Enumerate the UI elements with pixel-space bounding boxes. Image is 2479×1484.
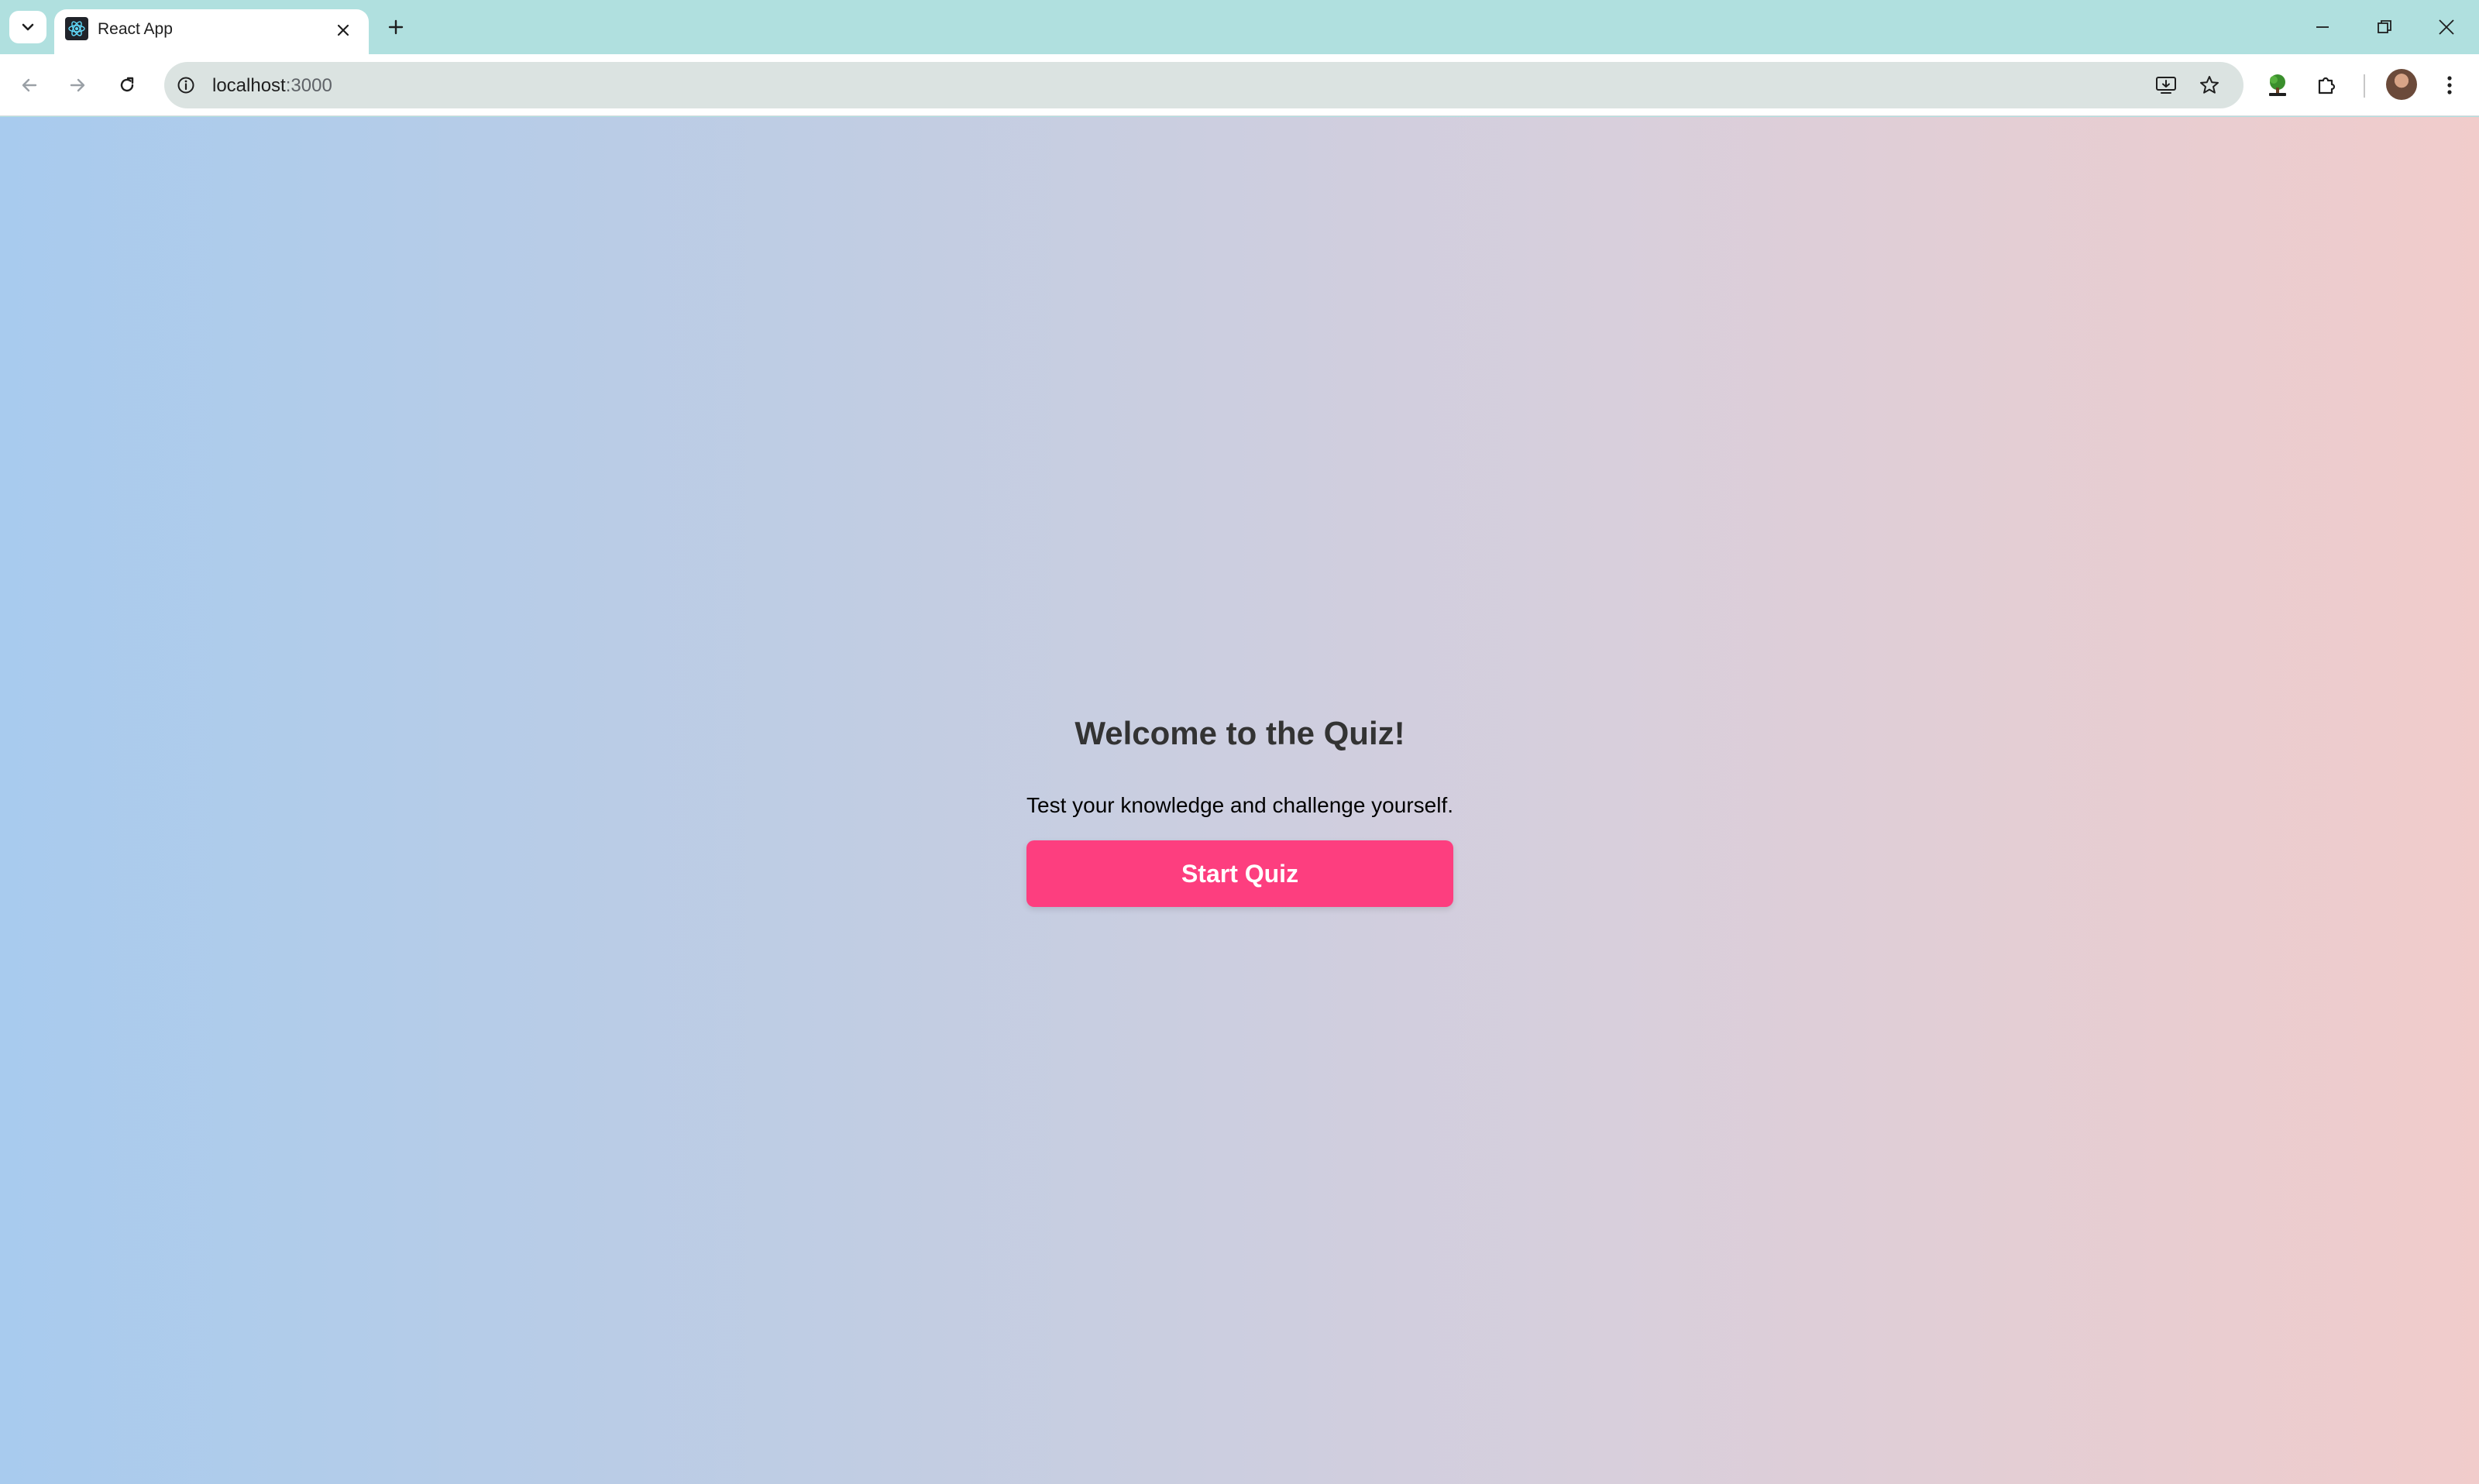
tab-title: React App bbox=[98, 20, 173, 38]
star-icon bbox=[2200, 76, 2219, 94]
browser-tab[interactable]: React App bbox=[54, 9, 369, 54]
puzzle-icon bbox=[2318, 77, 2336, 94]
close-icon bbox=[337, 24, 349, 36]
address-bar[interactable]: localhost:3000 bbox=[164, 62, 2243, 108]
chevron-down-icon bbox=[22, 23, 34, 31]
minimize-button[interactable] bbox=[2299, 8, 2346, 46]
back-button[interactable] bbox=[12, 68, 46, 102]
tree-extension-icon bbox=[2269, 74, 2286, 96]
kebab-menu-icon bbox=[2447, 76, 2452, 94]
reload-button[interactable] bbox=[110, 68, 144, 102]
close-window-button[interactable] bbox=[2423, 8, 2470, 46]
react-icon bbox=[65, 17, 88, 40]
restore-icon bbox=[2378, 20, 2391, 33]
welcome-panel: Welcome to the Quiz! Test your knowledge… bbox=[1026, 117, 1453, 1484]
url-text: localhost:3000 bbox=[212, 75, 332, 97]
minimize-icon bbox=[2316, 26, 2329, 28]
new-tab-button[interactable] bbox=[380, 12, 412, 42]
tab-close-button[interactable] bbox=[332, 19, 355, 42]
forward-button[interactable] bbox=[60, 68, 95, 102]
tab-strip: React App bbox=[0, 0, 2479, 54]
toolbar-divider bbox=[2364, 74, 2365, 98]
url-host: localhost bbox=[212, 75, 286, 96]
restore-button[interactable] bbox=[2361, 8, 2408, 46]
info-icon bbox=[177, 77, 194, 94]
extensions-button[interactable] bbox=[2310, 68, 2344, 102]
tab-search-button[interactable] bbox=[9, 11, 46, 43]
browser-toolbar: localhost:3000 bbox=[0, 54, 2479, 116]
menu-button[interactable] bbox=[2433, 68, 2467, 102]
start-quiz-button[interactable]: Start Quiz bbox=[1026, 840, 1453, 907]
page-viewport: Welcome to the Quiz! Test your knowledge… bbox=[0, 117, 2479, 1484]
url-port: :3000 bbox=[285, 75, 332, 96]
install-app-button[interactable] bbox=[2152, 71, 2180, 99]
extension-tree-button[interactable] bbox=[2261, 68, 2295, 102]
install-app-icon bbox=[2156, 77, 2176, 94]
plus-icon bbox=[388, 19, 404, 35]
site-info-button[interactable] bbox=[175, 74, 197, 96]
profile-avatar[interactable] bbox=[2386, 69, 2417, 100]
arrow-left-icon bbox=[22, 78, 37, 92]
arrow-right-icon bbox=[70, 78, 85, 92]
reload-icon bbox=[120, 77, 134, 92]
page-title: Welcome to the Quiz! bbox=[1074, 715, 1405, 751]
close-icon bbox=[2439, 19, 2454, 35]
page-subtitle: Test your knowledge and challenge yourse… bbox=[1026, 793, 1454, 817]
bookmark-button[interactable] bbox=[2195, 71, 2223, 99]
